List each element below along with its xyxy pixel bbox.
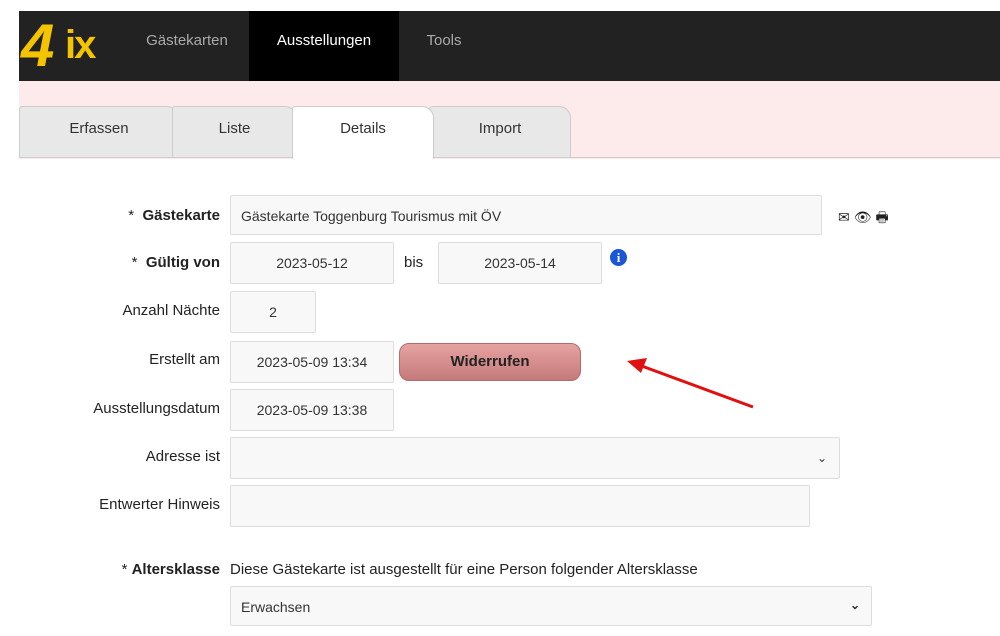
logo-four: 4 — [21, 12, 54, 79]
altersklasse-description: Diese Gästekarte ist ausgestellt für ein… — [230, 561, 698, 578]
action-icons: ✉👁🖶 — [838, 207, 893, 231]
info-icon[interactable]: i — [610, 249, 627, 266]
tabs-divider — [19, 157, 1000, 158]
altersklasse-select[interactable]: Erwachsen — [230, 586, 872, 626]
gueltig-von-label: * Gültig von — [131, 254, 220, 271]
anzahl-naechte-label: Anzahl Nächte — [122, 302, 220, 319]
entwerter-hinweis-field[interactable] — [230, 485, 810, 527]
erstellt-am-label: Erstellt am — [149, 351, 220, 368]
printer-icon[interactable]: 🖶 — [876, 209, 893, 225]
nav-tools[interactable]: Tools — [404, 11, 484, 81]
gaestekarte-field[interactable]: Gästekarte Toggenburg Tourismus mit ÖV — [230, 195, 822, 235]
gaestekarte-label: * Gästekarte — [128, 207, 220, 224]
entwerter-hinweis-label: Entwerter Hinweis — [99, 496, 220, 513]
chevron-down-icon: ⌄ — [850, 598, 861, 612]
adresse-ist-label: Adresse ist — [145, 448, 220, 465]
tab-details[interactable]: Details — [292, 106, 434, 159]
chevron-down-icon: ⌄ — [817, 451, 828, 465]
top-navbar: 4 ix Gästekarten Ausstellungen Tools — [19, 11, 1000, 81]
gueltig-von-field[interactable]: 2023-05-12 — [230, 242, 394, 284]
ausstellungsdatum-label: Ausstellungsdatum — [93, 400, 220, 417]
tab-liste[interactable]: Liste — [172, 106, 297, 158]
app-logo[interactable]: 4 ix — [21, 12, 121, 79]
adresse-ist-select[interactable] — [230, 437, 840, 479]
erstellt-am-field[interactable]: 2023-05-09 13:34 — [230, 341, 394, 383]
nav-ausstellungen[interactable]: Ausstellungen — [249, 11, 399, 81]
bis-label: bis — [404, 254, 424, 271]
widerrufen-button[interactable]: Widerrufen — [399, 343, 581, 381]
ausstellungsdatum-field[interactable]: 2023-05-09 13:38 — [230, 389, 394, 431]
tab-import[interactable]: Import — [429, 106, 571, 158]
logo-ix: ix — [65, 23, 96, 67]
anzahl-naechte-field[interactable]: 2 — [230, 291, 316, 333]
envelope-icon[interactable]: ✉ — [838, 209, 854, 225]
gueltig-bis-field[interactable]: 2023-05-14 — [438, 242, 602, 284]
red-arrow-annotation — [627, 358, 754, 409]
nav-gaestekarten[interactable]: Gästekarten — [131, 11, 243, 81]
eye-icon[interactable]: 👁 — [854, 209, 876, 225]
tab-erfassen[interactable]: Erfassen — [19, 106, 179, 158]
altersklasse-label: * Altersklasse — [121, 561, 220, 578]
